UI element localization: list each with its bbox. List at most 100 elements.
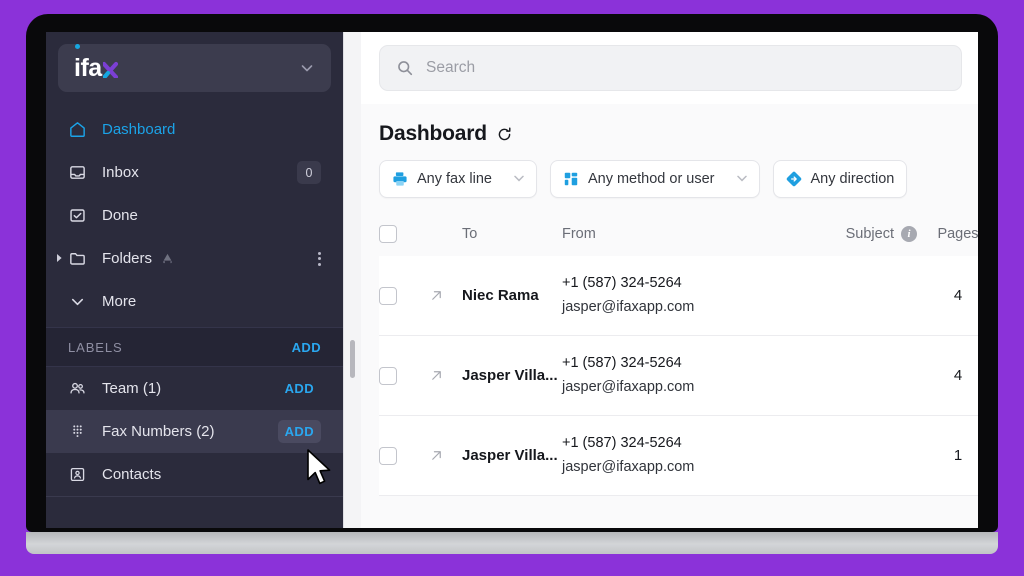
sidebar-item-dashboard[interactable]: Dashboard	[46, 108, 343, 151]
column-header-from[interactable]: From	[562, 226, 737, 242]
row-from: +1 (587) 324-5264 jasper@ifaxapp.com	[562, 432, 737, 479]
fax-numbers-add-button[interactable]: ADD	[277, 419, 321, 443]
arrow-up-right-icon	[429, 368, 462, 383]
sidebar-item-label: Contacts	[102, 465, 162, 483]
sidebar-item-fax-numbers[interactable]: Fax Numbers (2) ADD	[46, 410, 343, 453]
filter-direction[interactable]: Any direction	[772, 160, 908, 198]
ifax-logo: i fa	[74, 43, 118, 82]
purple-backdrop: i fa Dashboard Inbox 0 Done Folders More…	[0, 0, 1024, 576]
app-screen: i fa Dashboard Inbox 0 Done Folders More…	[46, 32, 978, 528]
sidebar-item-label: Team (1)	[102, 379, 162, 397]
scrollbar-thumb[interactable]	[350, 339, 355, 378]
column-header-subject-label: Subject	[845, 226, 894, 242]
inbox-icon	[68, 163, 90, 182]
contact-card-icon	[68, 465, 90, 484]
labels-title: LABELS	[68, 339, 123, 355]
sidebar-item-label: Done	[102, 207, 138, 224]
row-from-email: jasper@ifaxapp.com	[562, 378, 695, 395]
logo-x-glyph	[102, 61, 118, 78]
page-title: Dashboard	[379, 122, 487, 145]
table-row[interactable]: Jasper Villa... +1 (587) 324-5264 jasper…	[379, 336, 978, 416]
refresh-icon[interactable]	[496, 126, 513, 143]
chevron-down-icon[interactable]	[736, 174, 747, 184]
inbox-count-badge: 0	[297, 161, 321, 184]
sidebar: i fa Dashboard Inbox 0 Done Folders More…	[46, 32, 343, 528]
column-header-to[interactable]: To	[462, 226, 562, 242]
main-content: Dashboard Any fax line	[361, 32, 978, 528]
search-bar[interactable]	[379, 45, 962, 91]
column-header-subject[interactable]: Subject i	[737, 226, 917, 242]
logo-letters-fa: fa	[80, 53, 102, 82]
labels-section-header: LABELS ADD	[46, 327, 343, 367]
row-from: +1 (587) 324-5264 jasper@ifaxapp.com	[562, 352, 737, 399]
top-bar	[361, 32, 978, 104]
home-icon	[68, 120, 90, 139]
direction-diamond-icon	[786, 171, 802, 187]
sidebar-item-label: Folders	[102, 250, 153, 267]
filter-method-or-user[interactable]: Any method or user	[549, 160, 760, 198]
row-from-email: jasper@ifaxapp.com	[562, 458, 695, 475]
sidebar-scrollbar[interactable]	[343, 32, 361, 528]
select-all-checkbox[interactable]	[379, 225, 429, 243]
fax-machine-icon	[392, 171, 408, 187]
sidebar-item-label: Inbox	[102, 164, 139, 181]
keypad-icon	[68, 422, 90, 441]
workspace-switcher[interactable]: i fa	[58, 43, 331, 92]
brand-area: i fa	[46, 32, 343, 98]
row-from-number: +1 (587) 324-5264	[562, 435, 682, 452]
chevron-down-icon[interactable]	[514, 174, 524, 184]
check-square-icon	[68, 206, 90, 225]
labels-add-button[interactable]: ADD	[292, 340, 321, 355]
filter-label: Any direction	[810, 171, 895, 187]
kebab-menu-icon[interactable]	[318, 251, 321, 266]
row-to: Jasper Villa...	[462, 447, 558, 464]
search-input[interactable]	[426, 59, 945, 77]
table-header-row: To From Subject i Pages S	[379, 212, 978, 256]
filter-label: Any method or user	[587, 171, 715, 187]
sidebar-item-done[interactable]: Done	[46, 194, 343, 237]
dashboard-content: Dashboard Any fax line Any method or use…	[361, 104, 978, 528]
sidebar-item-more[interactable]: More	[46, 280, 343, 323]
filter-row: Any fax line Any method or user Any dire…	[379, 160, 978, 212]
page-title-row: Dashboard	[379, 104, 978, 160]
arrow-up-right-icon	[429, 288, 462, 303]
row-to: Jasper Villa...	[462, 367, 558, 384]
sidebar-empty-area	[46, 496, 343, 528]
row-from: +1 (587) 324-5264 jasper@ifaxapp.com	[562, 272, 737, 319]
google-drive-icon	[160, 252, 175, 266]
logo-letter-x	[102, 60, 118, 78]
sidebar-item-folders[interactable]: Folders	[46, 237, 343, 280]
sidebar-item-label: More	[102, 293, 137, 310]
laptop-base	[26, 532, 998, 554]
row-pages: 1	[953, 447, 963, 464]
row-from-number: +1 (587) 324-5264	[562, 275, 682, 292]
grid-squares-icon	[563, 171, 579, 187]
row-pages: 4	[953, 287, 963, 304]
row-checkbox[interactable]	[379, 366, 429, 385]
info-icon[interactable]: i	[901, 226, 917, 242]
row-pages: 4	[953, 367, 963, 384]
sidebar-item-contacts[interactable]: Contacts	[46, 453, 343, 496]
row-from-number: +1 (587) 324-5264	[562, 355, 682, 372]
team-add-button[interactable]: ADD	[278, 377, 321, 400]
row-checkbox[interactable]	[379, 446, 429, 465]
row-from-email: jasper@ifaxapp.com	[562, 298, 695, 315]
sidebar-item-label: Fax Numbers (2)	[102, 422, 215, 440]
search-icon	[396, 59, 414, 77]
team-icon	[68, 379, 90, 398]
filter-fax-line[interactable]: Any fax line	[379, 160, 537, 198]
table-row[interactable]: Niec Rama +1 (587) 324-5264 jasper@ifaxa…	[379, 256, 978, 336]
filter-label: Any fax line	[417, 171, 492, 187]
caret-right-icon[interactable]	[56, 253, 63, 265]
arrow-up-right-icon	[429, 448, 462, 463]
chevron-down-icon	[68, 292, 90, 311]
sidebar-item-label: Dashboard	[102, 121, 176, 138]
sidebar-item-inbox[interactable]: Inbox 0	[46, 151, 343, 194]
column-header-pages[interactable]: Pages	[917, 226, 978, 242]
row-checkbox[interactable]	[379, 286, 429, 305]
sidebar-item-team[interactable]: Team (1) ADD	[46, 367, 343, 410]
chevron-down-icon[interactable]	[299, 60, 315, 76]
logo-letter-i: i	[74, 43, 81, 82]
table-row[interactable]: Jasper Villa... +1 (587) 324-5264 jasper…	[379, 416, 978, 496]
folder-icon	[68, 249, 90, 268]
